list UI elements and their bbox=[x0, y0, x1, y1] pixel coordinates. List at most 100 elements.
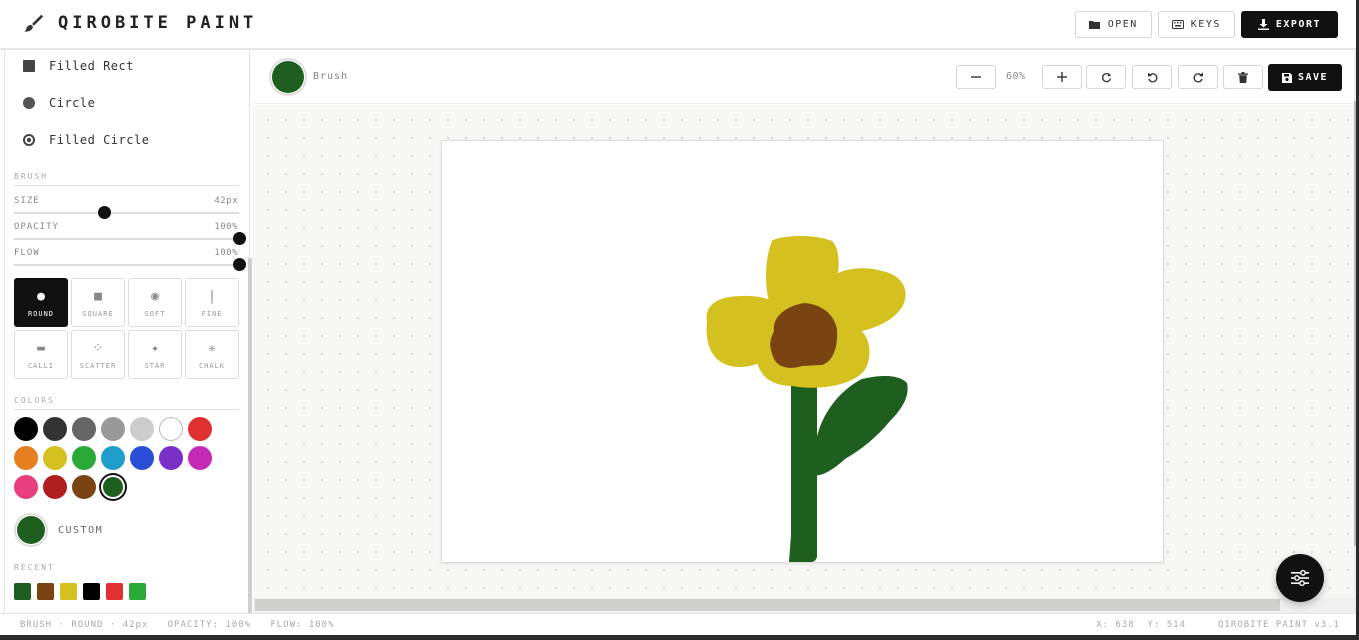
opacity-slider[interactable] bbox=[14, 232, 246, 245]
scatter-brush-icon: ⁘ bbox=[92, 341, 104, 356]
recent-colors bbox=[14, 583, 146, 600]
brush-section-label: BRUSH bbox=[14, 172, 49, 181]
color-swatch[interactable] bbox=[130, 446, 154, 470]
flow-value: 100% bbox=[214, 248, 238, 258]
color-swatch[interactable] bbox=[14, 446, 38, 470]
color-swatch[interactable] bbox=[103, 477, 123, 497]
square-brush-icon: ■ bbox=[94, 289, 102, 304]
horizontal-scrollbar[interactable] bbox=[253, 598, 1354, 613]
size-label: SIZE bbox=[14, 196, 40, 206]
color-swatch[interactable] bbox=[130, 417, 154, 441]
recent-color-swatch[interactable] bbox=[83, 583, 100, 600]
drawing-canvas[interactable] bbox=[442, 141, 1163, 562]
current-color-indicator[interactable] bbox=[269, 58, 307, 96]
color-swatch[interactable] bbox=[43, 417, 67, 441]
canvas-toolbar: Brush 60% SAVE bbox=[253, 51, 1354, 104]
recent-color-swatch[interactable] bbox=[14, 583, 31, 600]
custom-color-fill bbox=[17, 516, 45, 544]
brush-type-label: CALLI bbox=[27, 361, 55, 370]
brush-type-label: SCATTER bbox=[79, 361, 117, 370]
shape-item-circle[interactable]: Circle bbox=[23, 96, 95, 110]
brush-type-label: STAR bbox=[144, 361, 166, 370]
open-button[interactable]: OPEN bbox=[1074, 11, 1152, 38]
canvas-workspace[interactable] bbox=[253, 105, 1354, 598]
shape-label: Filled Rect bbox=[49, 59, 134, 73]
keyboard-icon bbox=[1171, 20, 1184, 29]
zoom-in-button[interactable] bbox=[1042, 65, 1082, 89]
horizontal-scroll-thumb[interactable] bbox=[255, 599, 1280, 611]
current-color-fill bbox=[272, 61, 304, 93]
clear-canvas-button[interactable] bbox=[1223, 65, 1263, 89]
app-title: QIROBITE PAINT bbox=[58, 13, 258, 33]
soft-brush-icon: ◉ bbox=[151, 289, 159, 304]
brand: QIROBITE PAINT bbox=[22, 12, 257, 34]
undo-icon bbox=[1147, 72, 1157, 82]
brush-round-button[interactable]: ● ROUND bbox=[14, 278, 68, 327]
color-swatch[interactable] bbox=[43, 475, 67, 499]
brush-status: BRUSH · ROUND · 42px OPACITY: 100% FLOW:… bbox=[20, 620, 335, 630]
brush-square-button[interactable]: ■ SQUARE bbox=[71, 278, 125, 327]
color-swatch[interactable] bbox=[188, 417, 212, 441]
color-swatch[interactable] bbox=[14, 417, 38, 441]
custom-color-swatch[interactable] bbox=[14, 513, 48, 547]
brush-scatter-button[interactable]: ⁘ SCATTER bbox=[71, 330, 125, 379]
color-swatch[interactable] bbox=[159, 446, 183, 470]
reset-zoom-button[interactable] bbox=[1086, 65, 1126, 89]
color-swatch[interactable] bbox=[72, 417, 96, 441]
brush-fine-button[interactable]: | FINE bbox=[185, 278, 239, 327]
color-swatch[interactable] bbox=[72, 475, 96, 499]
color-swatch[interactable] bbox=[14, 475, 38, 499]
filled-circle-icon bbox=[23, 134, 35, 146]
save-button[interactable]: SAVE bbox=[1268, 64, 1342, 91]
current-tool-label: Brush bbox=[313, 71, 349, 82]
color-swatch[interactable] bbox=[101, 417, 125, 441]
color-swatch[interactable] bbox=[72, 446, 96, 470]
keys-button[interactable]: KEYS bbox=[1157, 11, 1235, 38]
size-slider-thumb[interactable] bbox=[98, 206, 111, 219]
brush-calli-button[interactable]: ▬ CALLI bbox=[14, 330, 68, 379]
custom-color-row[interactable]: CUSTOM bbox=[14, 513, 103, 547]
color-swatch[interactable] bbox=[43, 446, 67, 470]
recent-color-swatch[interactable] bbox=[106, 583, 123, 600]
floppy-disk-icon bbox=[1281, 72, 1292, 83]
shape-label: Filled Circle bbox=[49, 133, 150, 147]
opacity-value: 100% bbox=[214, 222, 238, 232]
status-bar: BRUSH · ROUND · 42px OPACITY: 100% FLOW:… bbox=[0, 613, 1359, 635]
shape-item-filled-rect[interactable]: Filled Rect bbox=[23, 59, 134, 73]
sidebar-scrollbar[interactable] bbox=[248, 258, 252, 613]
minus-icon bbox=[971, 76, 981, 78]
zoom-out-button[interactable] bbox=[956, 65, 996, 89]
color-swatch[interactable] bbox=[159, 417, 183, 441]
cursor-coordinates: X: 638 Y: 514 bbox=[1096, 620, 1186, 630]
brush-soft-button[interactable]: ◉ SOFT bbox=[128, 278, 182, 327]
redo-button[interactable] bbox=[1178, 65, 1218, 89]
settings-fab[interactable] bbox=[1276, 554, 1324, 602]
brush-type-label: FINE bbox=[201, 309, 223, 318]
export-button[interactable]: EXPORT bbox=[1240, 11, 1338, 38]
color-palette bbox=[14, 417, 212, 499]
app-version: QIROBITE PAINT v3.1 bbox=[1218, 620, 1340, 630]
header-actions: OPEN KEYS EXPORT bbox=[1074, 11, 1338, 38]
color-swatch[interactable] bbox=[101, 446, 125, 470]
paintbrush-icon bbox=[23, 14, 44, 32]
size-slider[interactable] bbox=[14, 206, 239, 219]
color-swatch[interactable] bbox=[188, 446, 212, 470]
undo-button[interactable] bbox=[1132, 65, 1172, 89]
shape-item-filled-circle[interactable]: Filled Circle bbox=[23, 133, 149, 147]
stem-stroke bbox=[791, 381, 817, 562]
brush-type-grid: ● ROUND ■ SQUARE ◉ SOFT | FINE ▬ CALLI ⁘… bbox=[14, 278, 239, 379]
flower-drawing bbox=[706, 236, 908, 562]
recent-color-swatch[interactable] bbox=[37, 583, 54, 600]
flow-slider[interactable] bbox=[14, 258, 246, 271]
leaf-stroke bbox=[814, 375, 908, 476]
flow-slider-thumb[interactable] bbox=[233, 258, 246, 271]
trash-icon bbox=[1238, 71, 1248, 83]
brush-star-button[interactable]: ✦ STAR bbox=[128, 330, 182, 379]
brush-chalk-button[interactable]: ✳ CHALK bbox=[185, 330, 239, 379]
recent-color-swatch[interactable] bbox=[129, 583, 146, 600]
recent-color-swatch[interactable] bbox=[60, 583, 77, 600]
opacity-slider-thumb[interactable] bbox=[233, 232, 246, 245]
size-value: 42px bbox=[214, 196, 238, 206]
save-label: SAVE bbox=[1297, 72, 1329, 83]
folder-icon bbox=[1088, 20, 1100, 29]
